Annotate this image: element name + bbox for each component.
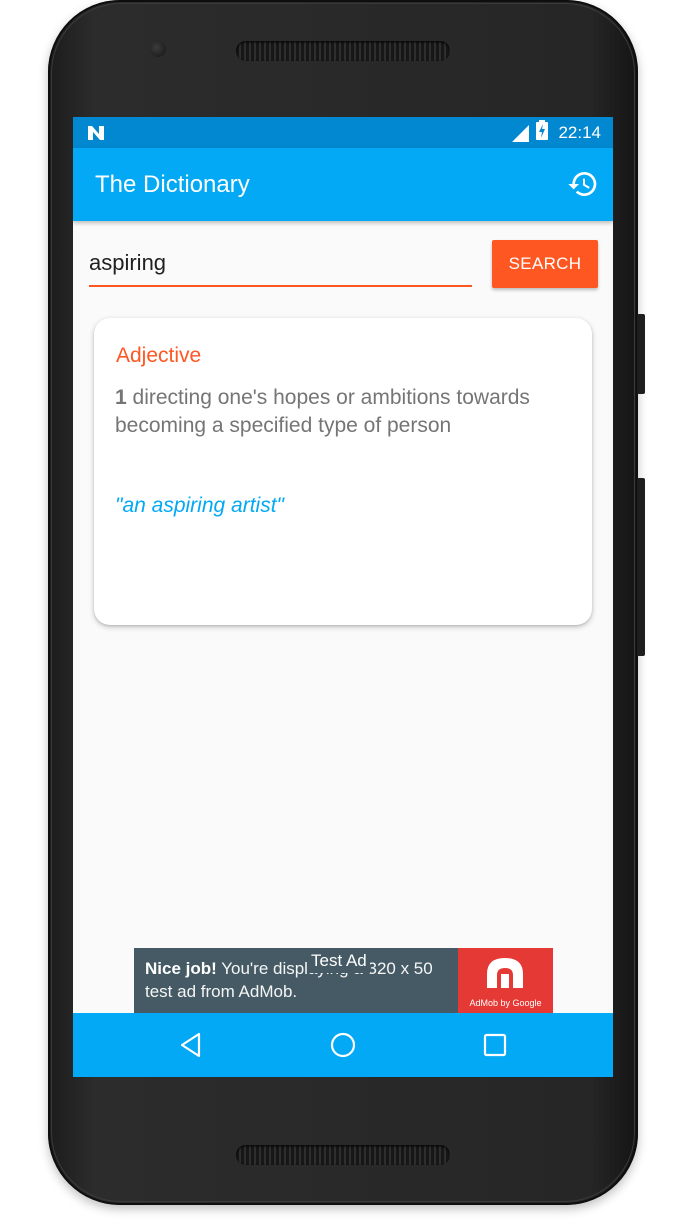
definition: 1 directing one's hopes or ambitions tow…: [115, 384, 555, 440]
network-type-label: LTE: [508, 123, 523, 133]
definition-text: directing one's hopes or ambitions towar…: [115, 386, 530, 437]
front-camera: [150, 41, 166, 57]
status-icons: LTE 22:14: [508, 117, 601, 148]
status-bar: LTE 22:14: [73, 117, 613, 148]
back-icon[interactable]: [173, 1027, 209, 1063]
navigation-bar: [73, 1013, 613, 1077]
volume-button: [637, 314, 645, 394]
ad-headline: Nice job!: [145, 959, 217, 978]
definition-number: 1: [115, 386, 127, 409]
search-button[interactable]: SEARCH: [492, 240, 598, 288]
test-ad-badge: Test Ad: [308, 949, 370, 973]
part-of-speech: Adjective: [116, 344, 202, 367]
definition-card: Adjective 1 directing one's hopes or amb…: [94, 318, 592, 625]
search-input[interactable]: [89, 245, 472, 287]
battery-charging-icon: [536, 120, 549, 145]
usage-example: "an aspiring artist": [115, 494, 284, 517]
admob-caption: AdMob by Google: [469, 998, 542, 1008]
recents-icon[interactable]: [477, 1027, 513, 1063]
admob-logo: AdMob by Google: [458, 948, 553, 1013]
history-icon[interactable]: [567, 168, 599, 200]
bottom-speaker: [236, 1145, 450, 1165]
notification-n-icon: [86, 123, 106, 148]
app-title: The Dictionary: [95, 171, 250, 198]
app-bar: The Dictionary: [73, 148, 613, 221]
signal-icon: LTE: [508, 123, 530, 143]
earpiece-speaker: [236, 41, 450, 61]
status-clock: 22:14: [558, 122, 601, 142]
home-icon[interactable]: [325, 1027, 361, 1063]
ad-text: Nice job! You're displaying a 320 x 50 t…: [145, 957, 455, 1003]
power-button: [637, 478, 645, 656]
ad-banner[interactable]: Nice job! You're displaying a 320 x 50 t…: [134, 948, 553, 1013]
screen: LTE 22:14 The Dictionary SEARCH Adjectiv…: [73, 117, 613, 1077]
